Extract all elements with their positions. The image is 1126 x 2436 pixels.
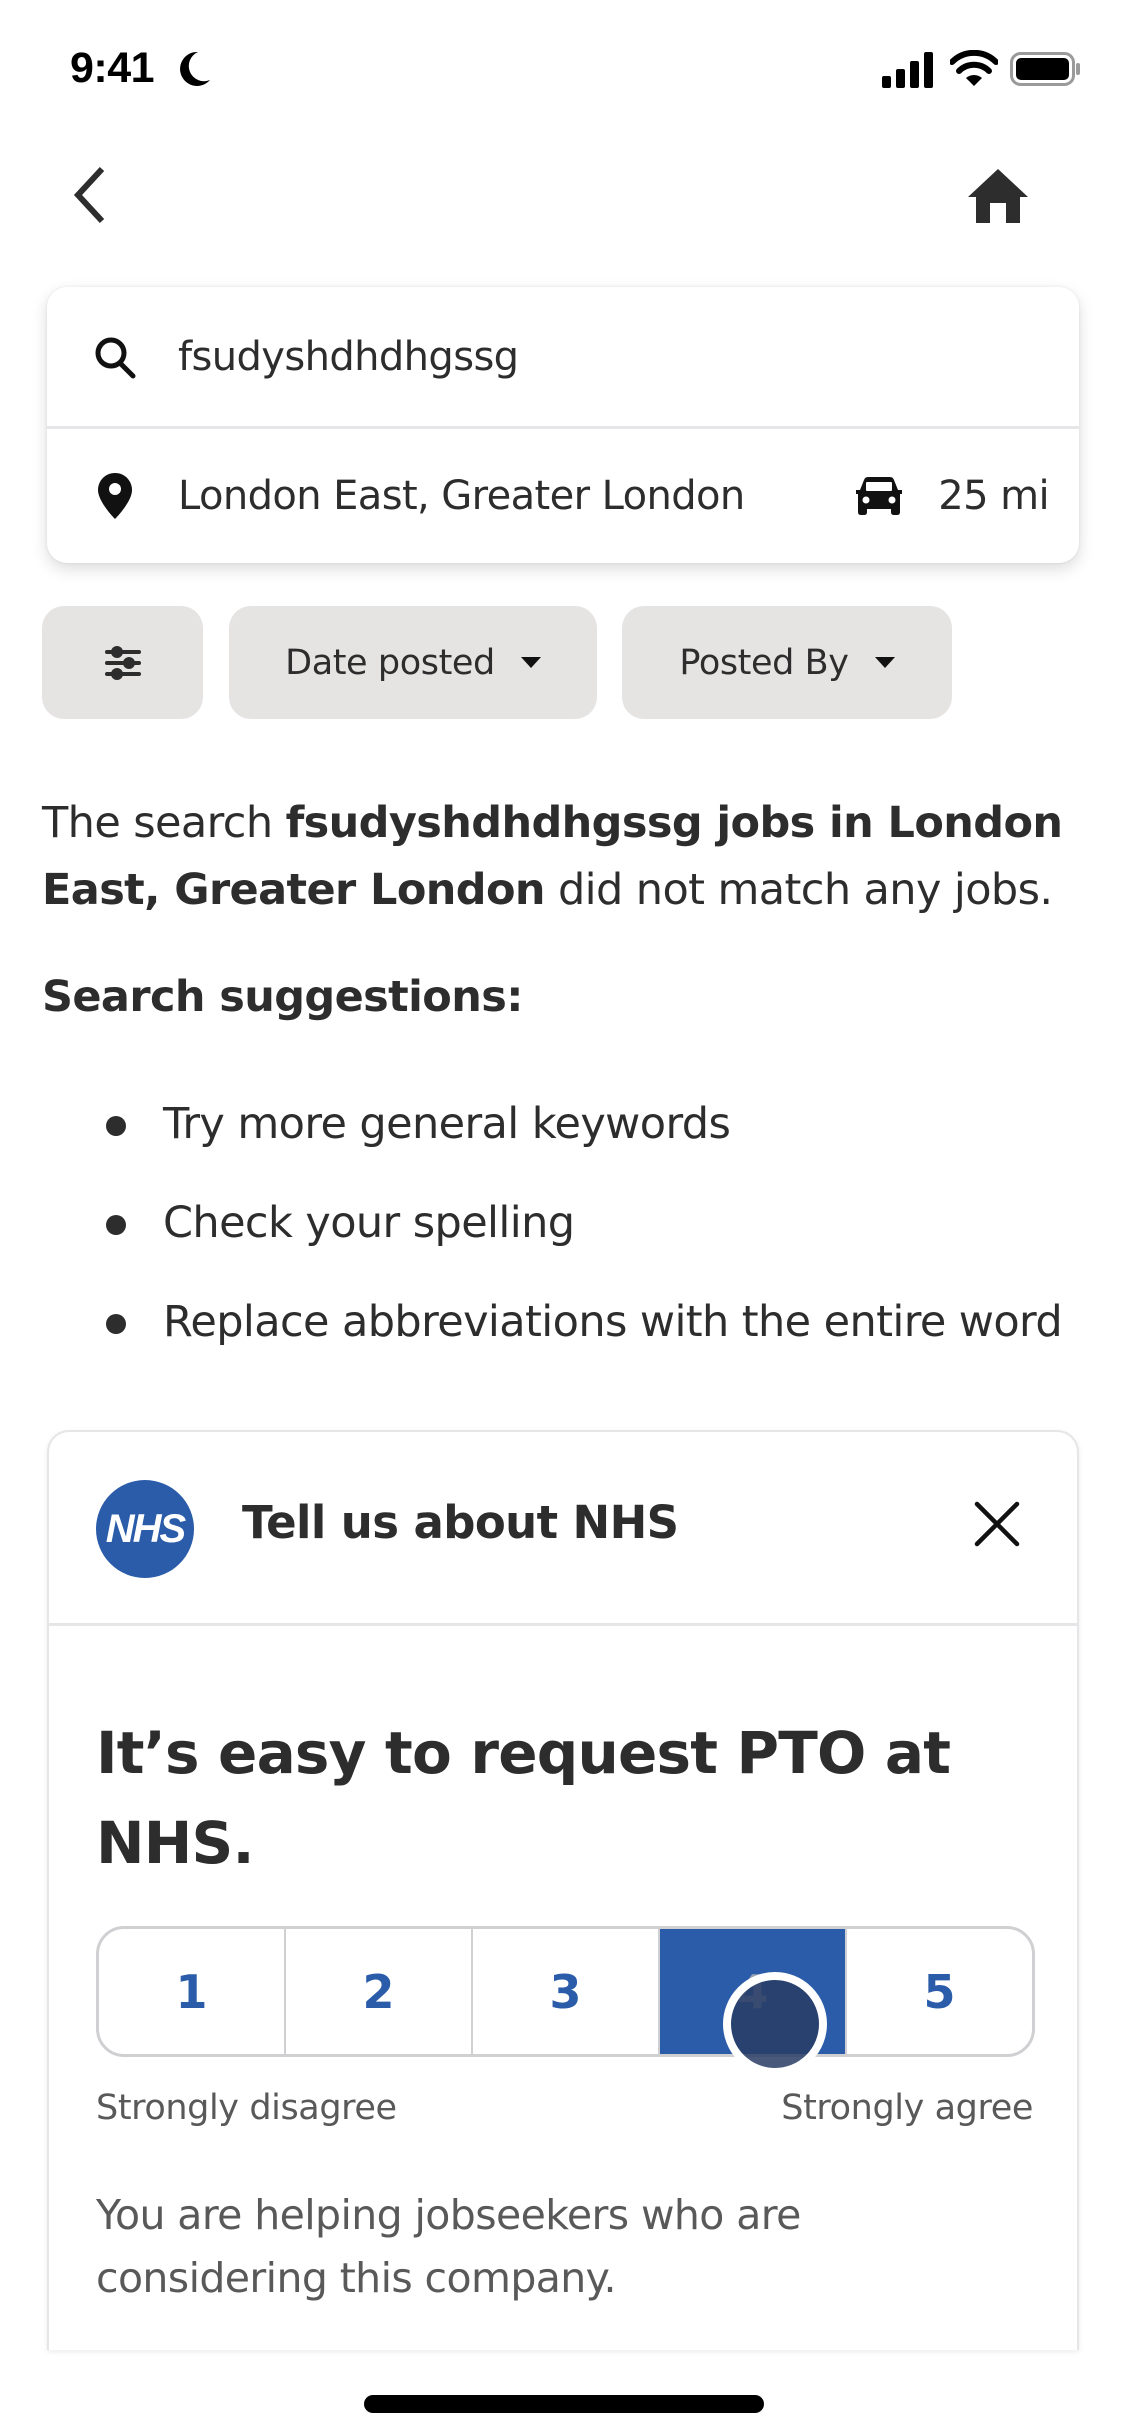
radius-selector[interactable]: 25 mi — [854, 472, 1050, 519]
caret-down-icon — [520, 657, 541, 668]
company-logo: NHS — [96, 1480, 194, 1578]
suggestions-title: Search suggestions: — [42, 972, 523, 1022]
company-survey-card: NHS Tell us about NHS It’s easy to reque… — [47, 1430, 1079, 2350]
rating-option-5[interactable]: 5 — [847, 1929, 1032, 2054]
helper-text: You are helping jobseekers who are consi… — [96, 2191, 801, 2302]
radius-value: 25 mi — [938, 472, 1049, 519]
chevron-left-icon — [73, 166, 105, 224]
chip-label: Date posted — [285, 642, 495, 683]
survey-title: Tell us about NHS — [242, 1496, 679, 1549]
caret-down-icon — [874, 657, 895, 668]
moon-icon — [180, 51, 210, 86]
search-card: fsudyshdhdhgssg London East, Greater Lon… — [47, 287, 1079, 563]
filters-button[interactable] — [42, 606, 203, 719]
suggestion-text: Replace abbreviations with the entire wo… — [163, 1297, 1063, 1347]
chip-label: Posted By — [679, 642, 849, 683]
location-row[interactable]: London East, Greater London 25 mi — [47, 428, 1079, 563]
date-posted-dropdown[interactable]: Date posted — [229, 606, 597, 719]
location-input[interactable]: London East, Greater London — [178, 473, 745, 519]
bullet-icon — [106, 1116, 126, 1136]
scale-min-label: Strongly disagree — [96, 2088, 397, 2128]
message-prefix: The search — [42, 798, 286, 848]
home-indicator[interactable] — [364, 2395, 764, 2413]
touch-indicator — [723, 1972, 827, 2076]
search-row[interactable]: fsudyshdhdhgssg — [47, 287, 1079, 427]
status-time: 9:41 — [70, 44, 155, 92]
back-button[interactable] — [60, 160, 120, 230]
survey-question: It’s easy to request PTO at NHS. — [96, 1719, 951, 1877]
home-button[interactable] — [958, 160, 1038, 232]
message-suffix: did not match any jobs. — [544, 865, 1053, 915]
search-query-input[interactable]: fsudyshdhdhgssg — [178, 334, 519, 380]
scale-max-label: Strongly agree — [781, 2088, 1033, 2128]
rating-scale: 1 2 3 4 5 — [96, 1926, 1035, 2057]
bullet-icon — [106, 1215, 126, 1235]
close-button[interactable] — [967, 1494, 1027, 1554]
rating-option-2[interactable]: 2 — [286, 1929, 473, 2054]
rating-option-1[interactable]: 1 — [99, 1929, 286, 2054]
wifi-icon — [950, 50, 998, 86]
posted-by-dropdown[interactable]: Posted By — [622, 606, 952, 719]
list-item: Try more general keywords — [42, 1090, 1112, 1189]
battery-icon — [1010, 52, 1080, 86]
sliders-icon — [104, 645, 141, 680]
car-icon — [856, 476, 903, 515]
location-pin-icon — [91, 472, 139, 520]
bullet-icon — [106, 1314, 126, 1334]
rating-option-3[interactable]: 3 — [473, 1929, 660, 2054]
suggestions-list: Try more general keywords Check your spe… — [42, 1090, 1112, 1387]
list-item: Replace abbreviations with the entire wo… — [42, 1288, 1112, 1387]
no-results-message: The search fsudyshdhdhgssg jobs in Londo… — [42, 790, 1092, 924]
suggestion-text: Check your spelling — [163, 1198, 575, 1248]
close-icon — [974, 1501, 1020, 1547]
search-icon — [91, 333, 139, 381]
list-item: Check your spelling — [42, 1189, 1112, 1288]
survey-header: NHS Tell us about NHS — [49, 1432, 1077, 1626]
home-icon — [968, 169, 1028, 223]
signal-icon — [882, 52, 933, 88]
suggestion-text: Try more general keywords — [163, 1099, 731, 1149]
